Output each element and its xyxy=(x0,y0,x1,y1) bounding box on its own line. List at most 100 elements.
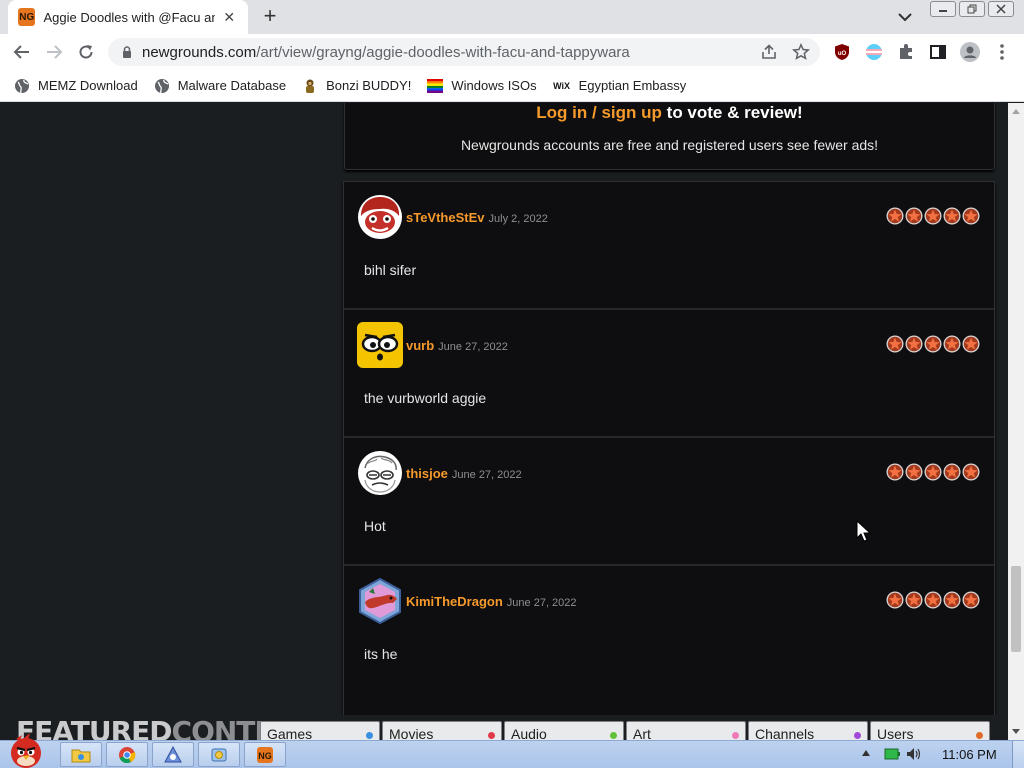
review-username[interactable]: sTeVtheStEv July 2, 2022 xyxy=(406,210,548,225)
star-icon xyxy=(886,207,904,225)
login-line: Log in / sign up to vote & review! xyxy=(345,103,994,123)
featured-tab-art[interactable]: Art xyxy=(626,721,746,740)
profile-avatar-icon[interactable] xyxy=(960,42,980,62)
featured-tab-movies[interactable]: Movies xyxy=(382,721,502,740)
red-face-avatar[interactable] xyxy=(357,194,403,240)
sketch-face-avatar[interactable] xyxy=(357,450,403,496)
forward-icon[interactable] xyxy=(42,40,66,64)
review-date: July 2, 2022 xyxy=(488,213,548,225)
featured-tab-label: Channels xyxy=(755,726,815,740)
star-icon xyxy=(943,591,961,609)
browser-toolbar: newgrounds.com/art/view/grayng/aggie-doo… xyxy=(0,34,1024,70)
yellow-face-avatar[interactable] xyxy=(357,322,403,368)
star-icon xyxy=(962,207,980,225)
bookmark-label: Windows ISOs xyxy=(451,78,537,93)
review-date: June 27, 2022 xyxy=(451,469,522,481)
tray-expand-icon[interactable] xyxy=(862,750,870,756)
taskbar-newgrounds-icon[interactable]: NG xyxy=(244,742,286,767)
featured-tab-label: Audio xyxy=(511,726,547,740)
signup-link[interactable]: sign up xyxy=(601,103,661,122)
close-window-icon[interactable] xyxy=(988,1,1014,17)
page-content: Log in / sign up to vote & review! Newgr… xyxy=(0,103,1008,740)
review-username[interactable]: thisjoe June 27, 2022 xyxy=(406,466,522,481)
star-icon xyxy=(905,207,923,225)
dragon-avatar[interactable] xyxy=(357,578,403,624)
login-prompt: Log in / sign up to vote & review! Newgr… xyxy=(344,103,995,170)
bookmark-memz[interactable]: MEMZ Download xyxy=(14,78,138,94)
star-icon xyxy=(943,463,961,481)
taskbar-chrome-icon[interactable] xyxy=(106,742,148,767)
featured-tab-audio[interactable]: Audio xyxy=(504,721,624,740)
username-text[interactable]: thisjoe xyxy=(406,466,448,481)
bookmark-star-icon[interactable] xyxy=(792,43,810,61)
restore-icon[interactable] xyxy=(959,1,985,17)
category-dot-icon xyxy=(488,732,495,739)
review-body: its he xyxy=(364,646,398,662)
reload-icon[interactable] xyxy=(74,40,98,64)
scroll-down-icon[interactable] xyxy=(1012,729,1020,734)
start-button-angry-bird-icon[interactable] xyxy=(2,733,50,768)
featured-category-tabs: Games Movies Audio Art Channels Users xyxy=(260,721,990,740)
bookmark-malware-database[interactable]: Malware Database xyxy=(154,78,286,94)
side-panel-icon[interactable] xyxy=(928,42,948,62)
globe-icon xyxy=(154,78,170,94)
tab-search-chevron-icon[interactable] xyxy=(896,9,914,25)
address-bar[interactable]: newgrounds.com/art/view/grayng/aggie-doo… xyxy=(108,38,820,66)
review-rating xyxy=(886,591,980,609)
review-item: KimiTheDragon June 27, 2022 its he xyxy=(344,566,994,694)
scroll-thumb[interactable] xyxy=(1011,566,1021,652)
ublock-origin-icon[interactable]: uO xyxy=(832,42,852,62)
bookmark-egyptian-embassy[interactable]: WiX Egyptian Embassy xyxy=(553,78,687,94)
newgrounds-favicon-icon: NG xyxy=(18,8,36,26)
scroll-up-icon[interactable] xyxy=(1012,109,1020,114)
url-host: newgrounds.com xyxy=(142,43,257,61)
page-scrollbar[interactable] xyxy=(1008,103,1024,740)
taskbar-clock[interactable]: 11:06 PM xyxy=(942,747,997,762)
url-path: /art/view/grayng/aggie-doodles-with-facu… xyxy=(256,43,630,61)
username-text[interactable]: KimiTheDragon xyxy=(406,594,503,609)
star-icon xyxy=(962,335,980,353)
taskbar-explorer-icon[interactable] xyxy=(60,742,102,767)
featured-tab-users[interactable]: Users xyxy=(870,721,990,740)
tab-close-icon[interactable]: ✕ xyxy=(221,9,238,26)
login-link[interactable]: Log in xyxy=(536,103,587,122)
new-tab-button[interactable]: + xyxy=(258,5,282,29)
login-separator: / xyxy=(592,103,597,122)
review-username[interactable]: vurb June 27, 2022 xyxy=(406,338,508,353)
featured-tab-games[interactable]: Games xyxy=(260,721,380,740)
tray-volume-icon[interactable] xyxy=(906,747,922,761)
star-icon xyxy=(886,591,904,609)
username-text[interactable]: vurb xyxy=(406,338,434,353)
taskbar-app-icon[interactable] xyxy=(152,742,194,767)
featured-tab-label: Users xyxy=(877,726,914,740)
bookmark-bonzi-buddy[interactable]: Bonzi BUDDY! xyxy=(302,78,411,94)
window-controls xyxy=(930,1,1014,17)
review-list: sTeVtheStEv July 2, 2022 bihl sifer vurb J… xyxy=(343,181,995,740)
share-icon[interactable] xyxy=(760,43,778,61)
bookmark-label: Egyptian Embassy xyxy=(578,78,687,93)
review-item: sTeVtheStEv July 2, 2022 bihl sifer xyxy=(344,182,994,310)
review-item: vurb June 27, 2022 the vurbworld aggie xyxy=(344,310,994,438)
tray-battery-icon[interactable] xyxy=(884,747,900,761)
review-body: bihl sifer xyxy=(364,262,417,278)
featured-content-bar: FEATUREDCONTENT Games Movies Audio Art Chann… xyxy=(0,715,1008,740)
browser-tab[interactable]: NG Aggie Doodles with @Facu an ✕ xyxy=(8,0,248,34)
featured-tab-label: Movies xyxy=(389,726,434,740)
category-dot-icon xyxy=(732,732,739,739)
extensions-puzzle-icon[interactable] xyxy=(896,42,916,62)
menu-kebab-icon[interactable] xyxy=(992,42,1012,62)
review-username[interactable]: KimiTheDragon June 27, 2022 xyxy=(406,594,577,609)
star-icon xyxy=(924,463,942,481)
extension-pride-icon[interactable] xyxy=(864,42,884,62)
featured-tab-channels[interactable]: Channels xyxy=(748,721,868,740)
minimize-icon[interactable] xyxy=(930,1,956,17)
star-icon xyxy=(886,463,904,481)
bookmark-windows-isos[interactable]: Windows ISOs xyxy=(427,78,537,94)
taskbar: NG 11:06 PM xyxy=(0,733,1024,768)
category-dot-icon xyxy=(610,732,617,739)
username-text[interactable]: sTeVtheStEv xyxy=(406,210,485,225)
back-icon[interactable] xyxy=(10,40,34,64)
taskbar-settings-icon[interactable] xyxy=(198,742,240,767)
show-desktop-button[interactable] xyxy=(1012,741,1024,768)
review-date: June 27, 2022 xyxy=(438,341,508,353)
